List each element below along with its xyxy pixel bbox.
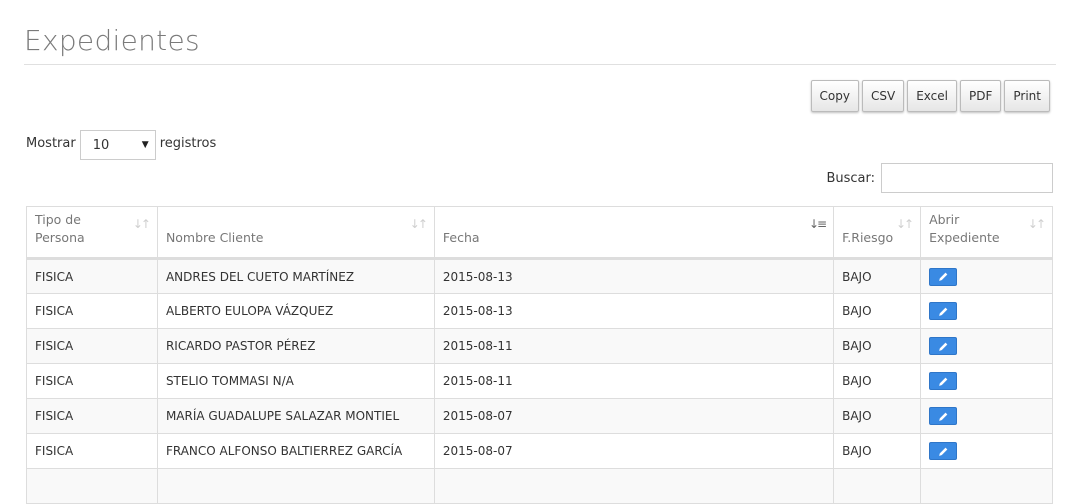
cell-riesgo: BAJO — [833, 433, 922, 469]
pencil-icon — [938, 377, 947, 386]
cell-riesgo: BAJO — [833, 293, 922, 329]
table-body: FISICA ANDRES DEL CUETO MARTÍNEZ 2015-08-1… — [26, 258, 1053, 504]
column-header-fecha[interactable]: Fecha ↓≡ — [433, 206, 835, 260]
column-header-label: Abrir Expediente — [929, 212, 1000, 245]
sort-both-icon: ↓↑ — [895, 217, 914, 231]
cell-fecha: 2015-08-13 — [433, 293, 835, 329]
page-length-select[interactable]: 10 ▼ — [79, 130, 156, 160]
sort-both-icon: ↓↑ — [132, 217, 151, 231]
column-header-nombre[interactable]: Nombre Cliente ↓↑ — [156, 206, 435, 260]
open-expediente-button[interactable] — [929, 442, 958, 460]
cell-riesgo: BAJO — [833, 363, 922, 399]
cell-fecha: 2015-08-11 — [433, 363, 835, 399]
cell-riesgo: BAJO — [833, 328, 922, 364]
open-expediente-button[interactable] — [929, 267, 958, 286]
cell-nombre-cliente — [156, 468, 435, 504]
copy-button[interactable]: Copy — [810, 80, 859, 112]
search-control: Buscar: — [826, 163, 1053, 193]
pencil-icon — [938, 272, 947, 281]
cell-nombre-cliente: ALBERTO EULOPA VÁZQUEZ — [156, 293, 435, 329]
print-button[interactable]: Print — [1004, 80, 1050, 112]
csv-button[interactable]: CSV — [861, 80, 905, 112]
search-input[interactable] — [881, 163, 1053, 193]
cell-nombre-cliente: FRANCO ALFONSO BALTIERREZ GARCÍA — [156, 433, 435, 469]
column-header-label: Nombre Cliente — [165, 230, 264, 245]
table-row: FISICA FRANCO ALFONSO BALTIERREZ GARCÍA 20… — [26, 433, 1053, 469]
page-title: Expedientes — [24, 24, 200, 57]
column-header-label: F.Riesgo — [842, 230, 894, 245]
cell-nombre-cliente: MARÍA GUADALUPE SALAZAR MONTIEL — [156, 398, 435, 434]
column-header-abrir[interactable]: Abrir Expediente ↓↑ — [920, 206, 1053, 260]
cell-tipo-persona: FISICA — [26, 363, 158, 399]
cell-riesgo: BAJO — [833, 398, 922, 434]
cell-fecha — [433, 468, 835, 504]
excel-button[interactable]: Excel — [907, 80, 957, 112]
table-row: FISICA MARÍA GUADALUPE SALAZAR MONTIEL 201… — [26, 398, 1053, 434]
table-header-row: Tipo de Persona ↓↑ Nombre Cliente ↓↑ Fec… — [26, 206, 1053, 260]
open-expediente-button[interactable] — [929, 372, 958, 390]
open-expediente-button[interactable] — [929, 337, 958, 355]
cell-abrir-expediente — [920, 433, 1053, 469]
open-expediente-button[interactable] — [929, 302, 958, 320]
length-label-before: Mostrar — [26, 135, 76, 151]
table-row: FISICA STELIO TOMMASI N/A 2015-08-11 BAJO — [26, 363, 1053, 399]
column-header-riesgo[interactable]: F.Riesgo ↓↑ — [833, 206, 922, 260]
pencil-icon — [938, 447, 947, 456]
title-divider — [24, 64, 1056, 65]
cell-fecha: 2015-08-07 — [433, 433, 835, 469]
cell-tipo-persona: FISICA — [26, 398, 158, 434]
cell-abrir-expediente — [920, 258, 1053, 294]
cell-fecha: 2015-08-13 — [433, 258, 835, 294]
cell-fecha: 2015-08-07 — [433, 398, 835, 434]
pencil-icon — [938, 412, 947, 421]
column-header-tipo[interactable]: Tipo de Persona ↓↑ — [26, 206, 158, 260]
page-length-value: 10 — [92, 137, 110, 153]
cell-nombre-cliente: RICARDO PASTOR PÉREZ — [156, 328, 435, 364]
table-row: FISICA RICARDO PASTOR PÉREZ 2015-08-11 BAJO — [26, 328, 1053, 364]
cell-riesgo — [833, 468, 922, 504]
sort-both-icon: ↓↑ — [1027, 217, 1046, 231]
cell-abrir-expediente — [920, 398, 1053, 434]
cell-riesgo: BAJO — [833, 258, 922, 294]
cell-nombre-cliente: STELIO TOMMASI N/A — [156, 363, 435, 399]
length-label-after: registros — [159, 135, 217, 151]
cell-tipo-persona: FISICA — [26, 328, 158, 364]
cell-abrir-expediente — [920, 293, 1053, 329]
pencil-icon — [938, 342, 947, 351]
cell-tipo-persona: FISICA — [26, 433, 158, 469]
column-header-label: Fecha — [442, 230, 480, 245]
search-label: Buscar: — [826, 170, 875, 186]
pdf-button[interactable]: PDF — [960, 80, 1002, 112]
cell-tipo-persona — [26, 468, 158, 504]
page-length-control: Mostrar 10 ▼ registros — [26, 126, 216, 160]
sort-both-icon: ↓↑ — [409, 217, 428, 231]
pencil-icon — [938, 307, 947, 316]
table-row: FISICA ALBERTO EULOPA VÁZQUEZ 2015-08-13 BA… — [26, 293, 1053, 329]
cell-nombre-cliente: ANDRES DEL CUETO MARTÍNEZ — [156, 258, 435, 294]
open-expediente-button[interactable] — [929, 407, 958, 425]
caret-down-icon: ▼ — [141, 140, 149, 150]
export-toolbar: Copy CSV Excel PDF Print — [810, 80, 1050, 112]
cell-abrir-expediente — [920, 363, 1053, 399]
cell-abrir-expediente — [920, 468, 1053, 504]
cell-fecha: 2015-08-11 — [433, 328, 835, 364]
cell-tipo-persona: FISICA — [26, 258, 158, 294]
column-header-label: Tipo de Persona — [35, 212, 85, 245]
cell-tipo-persona: FISICA — [26, 293, 158, 329]
table-row: FISICA ANDRES DEL CUETO MARTÍNEZ 2015-08-1… — [26, 258, 1053, 294]
expedientes-table: Tipo de Persona ↓↑ Nombre Cliente ↓↑ Fec… — [26, 206, 1053, 504]
cell-abrir-expediente — [920, 328, 1053, 364]
sort-desc-icon: ↓≡ — [809, 217, 827, 231]
table-row — [26, 468, 1053, 504]
